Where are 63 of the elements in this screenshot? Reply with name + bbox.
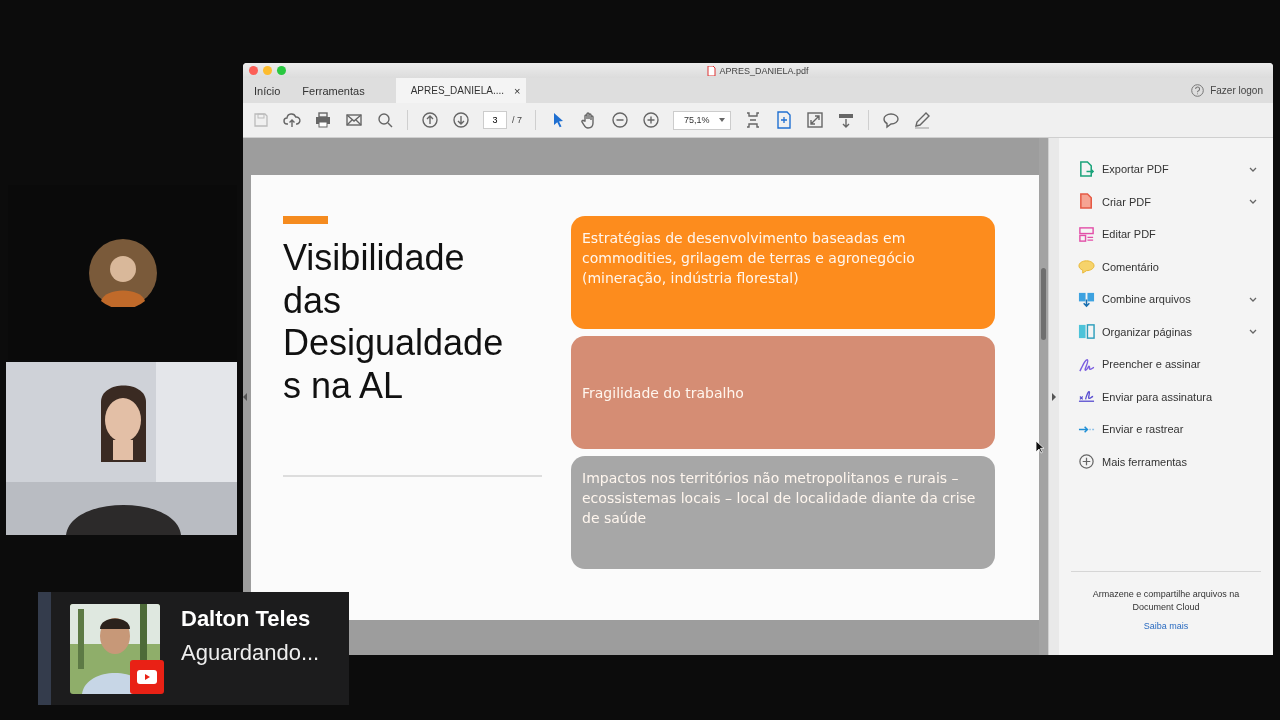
speech-bubble-icon[interactable] [882, 111, 900, 129]
close-tab-button[interactable]: × [514, 84, 521, 97]
help-icon[interactable] [1191, 84, 1205, 97]
tool-item[interactable]: Mais ferramentas [1059, 445, 1273, 478]
plus-circle-icon [1078, 453, 1095, 471]
slide-title: Visibilidade [283, 237, 466, 280]
collapse-right-icon[interactable] [1052, 392, 1056, 401]
cloud-note: Armazene e compartilhe arquivos na Document Cloud [1091, 588, 1241, 614]
guest-status: Aguardando... [181, 640, 320, 666]
tool-item[interactable]: Editar PDF [1059, 218, 1273, 251]
tool-item[interactable]: Criar PDF [1059, 185, 1273, 218]
play-icon [137, 670, 157, 684]
mail-icon[interactable] [345, 111, 363, 129]
caret-icon [1249, 296, 1257, 302]
window-title: APRES_DANIELA.pdf [719, 65, 809, 76]
print-icon[interactable] [314, 111, 332, 129]
learn-more-link[interactable]: Saiba mais [1143, 620, 1189, 633]
content-box: Impactos nos territórios não metropolitanos e rurais – ecossistemas locais – local de localidade diante da crise de saúde [571, 456, 995, 569]
page-number-field[interactable]: 3 [483, 111, 507, 129]
avatar-icon [88, 238, 157, 307]
guest-name: Dalton Teles [181, 606, 312, 632]
tool-item[interactable]: Organizar páginas [1059, 315, 1273, 348]
slide-title: s na AL [283, 364, 405, 407]
tool-item[interactable]: Enviar para assinatura [1059, 380, 1273, 413]
zoom-in-icon[interactable] [642, 111, 660, 129]
layout-icon [1078, 225, 1095, 243]
pen-icon[interactable] [913, 111, 931, 129]
tab[interactable]: Ferramentas [291, 78, 376, 103]
tool-item[interactable]: Exportar PDF [1059, 153, 1273, 186]
document-icon[interactable] [775, 111, 793, 129]
content-box: Fragilidade do trabalho [571, 336, 995, 449]
pages-icon [1078, 323, 1095, 341]
speech-bubble-icon [1078, 258, 1095, 276]
document-icon [1078, 193, 1095, 211]
caret-icon [1249, 166, 1257, 172]
tab[interactable]: APRES_DANIELA.... × [395, 78, 527, 103]
content-box: Estratégias de desenvolvimento baseadas em commodities, grilagem de terras e agronegócio (mineração, indústria florestal) [571, 216, 995, 329]
expand-icon[interactable] [806, 111, 824, 129]
export-icon [1078, 160, 1095, 178]
search-icon[interactable] [376, 111, 394, 129]
tool-item[interactable]: Comentário [1059, 250, 1273, 283]
zoom-dropdown[interactable]: 75,1% [673, 110, 731, 130]
cloud-upload-icon[interactable] [283, 111, 301, 129]
close-button[interactable] [249, 66, 258, 75]
tool-item[interactable]: Enviar e rastrear [1059, 413, 1273, 446]
pdf-icon [707, 65, 717, 76]
scroll-icon[interactable] [837, 111, 855, 129]
accent-bar [283, 216, 328, 224]
expand-left-icon[interactable] [243, 392, 247, 401]
caret-icon [1249, 329, 1257, 335]
slide-title: Desigualdade [283, 322, 505, 365]
page-count: / 7 [512, 115, 522, 125]
fit-page-icon[interactable] [744, 111, 762, 129]
tab[interactable]: Início [243, 78, 292, 103]
scrollbar-thumb[interactable] [1041, 268, 1046, 340]
combine-icon [1078, 290, 1095, 308]
caret-icon [1249, 199, 1257, 205]
zoom-out-icon[interactable] [611, 111, 629, 129]
caret-icon [719, 118, 725, 122]
sign-in-link[interactable]: Fazer logon [1210, 85, 1263, 96]
tool-item[interactable]: Preencher e assinar [1059, 348, 1273, 381]
slide-title: das [283, 279, 343, 322]
tool-item[interactable]: Combine arquivos [1059, 283, 1273, 316]
